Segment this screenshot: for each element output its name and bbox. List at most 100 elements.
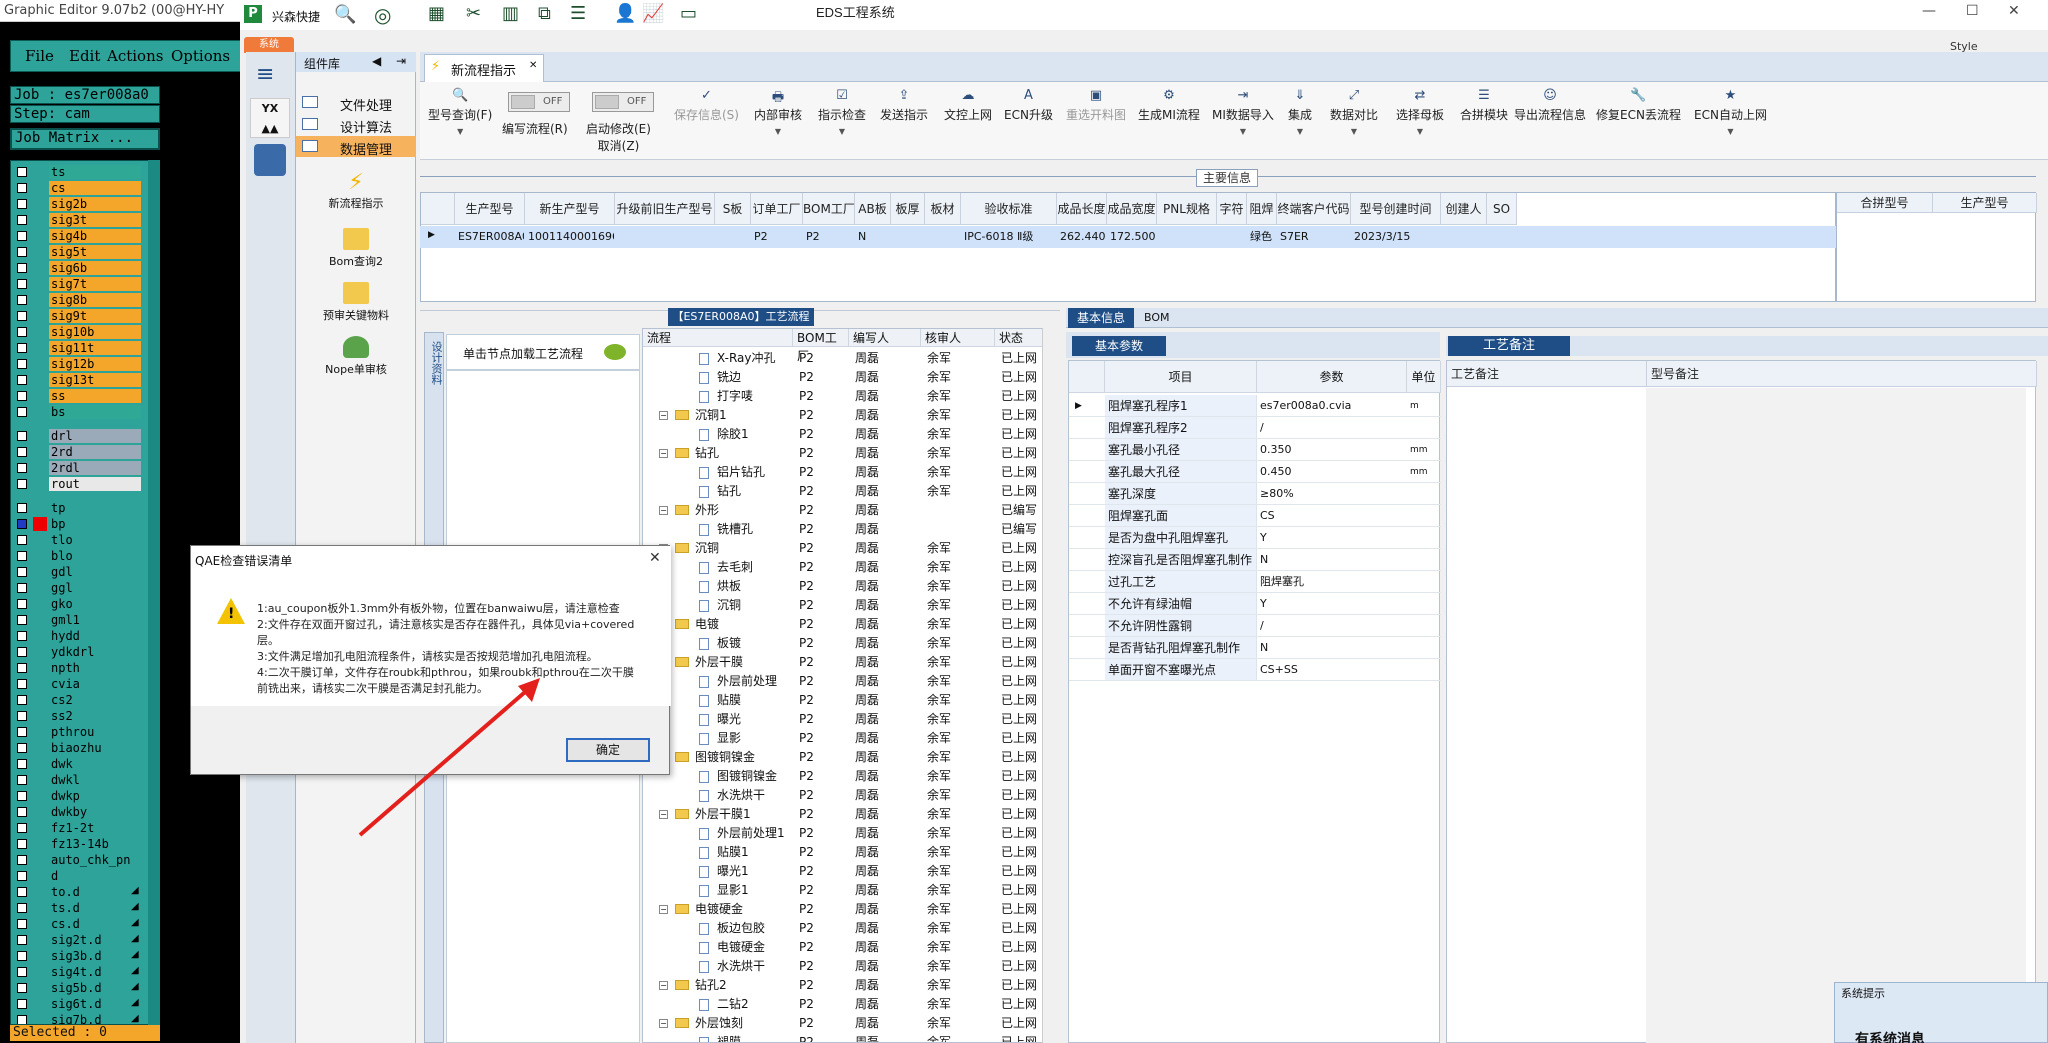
layer-name[interactable]: blo xyxy=(49,549,141,563)
grid-cell[interactable] xyxy=(1160,227,1216,247)
system-hint-popup[interactable]: 系统提示 有系统消息 xyxy=(1834,982,2048,1043)
tree-node-name[interactable]: 沉铜1 xyxy=(695,406,727,425)
layer-row[interactable]: sig2t.d ◢ xyxy=(11,933,151,948)
basic-params-tab[interactable]: 基本参数 xyxy=(1072,336,1166,356)
tree-node-name[interactable]: 水洗烘干 xyxy=(717,957,765,976)
tree-node-name[interactable]: 褪膜 xyxy=(717,1033,741,1042)
layer-row[interactable]: sig4b xyxy=(11,229,151,244)
grid-column-header[interactable]: 成品长度 xyxy=(1057,193,1107,225)
layer-row[interactable]: dwkp xyxy=(11,789,151,804)
film-icon[interactable]: ▥ xyxy=(502,3,519,24)
layer-name[interactable]: sig2t.d xyxy=(49,933,141,947)
layer-row[interactable]: pthrou xyxy=(11,725,151,740)
params-cell[interactable]: / xyxy=(1257,417,1405,439)
layer-name[interactable]: dwkl xyxy=(49,773,141,787)
layer-checkbox[interactable] xyxy=(17,983,27,993)
layer-checkbox[interactable] xyxy=(17,791,27,801)
tree-column-header[interactable]: 编写人 xyxy=(849,329,921,347)
params-cell[interactable]: CS+SS xyxy=(1257,659,1405,681)
layer-checkbox[interactable] xyxy=(17,263,27,273)
layer-checkbox[interactable] xyxy=(17,775,27,785)
grid-cell[interactable]: P2 xyxy=(806,227,854,247)
tree-row[interactable]: 图镀铜镍金 P2 周磊 余军 已上网 xyxy=(643,767,1053,786)
layer-name[interactable]: gdl xyxy=(49,565,141,579)
tree-node-name[interactable]: 外层前处理1 xyxy=(717,824,785,843)
params-cell[interactable]: Y xyxy=(1257,593,1405,615)
layer-name[interactable]: sig13t xyxy=(49,373,141,387)
params-column-header[interactable]: 参数 xyxy=(1257,361,1407,393)
collapse-icon[interactable]: − xyxy=(659,1019,668,1028)
grid-cell[interactable]: 绿色 xyxy=(1250,227,1276,247)
layer-name[interactable]: to.d xyxy=(49,885,141,899)
layer-row[interactable]: fz13-14b xyxy=(11,837,151,852)
toolbar-button[interactable]: A ECN升级 xyxy=(1004,88,1053,123)
layer-checkbox[interactable] xyxy=(17,431,27,441)
tree-row[interactable]: 二钻2 P2 周磊 余军 已上网 xyxy=(643,995,1053,1014)
copy-icon[interactable]: ⧉ xyxy=(538,3,551,24)
layer-checkbox[interactable] xyxy=(17,391,27,401)
layer-row[interactable]: sig2b xyxy=(11,197,151,212)
tool-bom-query[interactable]: Bom查询2 xyxy=(296,228,416,269)
grid-column-header[interactable]: 阻焊 xyxy=(1247,193,1277,225)
layer-checkbox[interactable] xyxy=(17,535,27,545)
layer-row[interactable]: dwkl xyxy=(11,773,151,788)
tree-row[interactable]: 铝片钻孔 P2 周磊 余军 已上网 xyxy=(643,463,1053,482)
tree-row[interactable]: − 沉铜1 P2 周磊 余军 已上网 xyxy=(643,406,1053,425)
tree-row[interactable]: −电镀P2周磊余军已上网 xyxy=(643,615,1053,634)
layer-row[interactable]: cs xyxy=(11,181,151,196)
params-row[interactable]: 阻焊塞孔面 CS xyxy=(1069,505,1441,527)
layer-row[interactable]: dwk xyxy=(11,757,151,772)
tree-node-name[interactable]: 显影1 xyxy=(717,881,749,900)
grid-column-header[interactable]: BOM工厂 xyxy=(803,193,855,225)
layer-name[interactable]: sig7b.d xyxy=(49,1013,141,1024)
grid-cell[interactable] xyxy=(1490,227,1516,247)
tree-row[interactable]: −外层干膜P2周磊余军已上网 xyxy=(643,653,1053,672)
layer-row[interactable]: fz1-2t xyxy=(11,821,151,836)
layer-row[interactable]: sig9t xyxy=(11,309,151,324)
yx-tools-icon[interactable]: YX ▲▲ xyxy=(250,98,290,138)
collapse-icon[interactable]: − xyxy=(659,905,668,914)
monitor-icon[interactable]: ▭ xyxy=(680,3,697,24)
params-row[interactable]: 控深盲孔是否阻焊塞孔制作 N xyxy=(1069,549,1441,571)
tool-nope-review[interactable]: Nope单审核 xyxy=(296,336,416,377)
layer-row[interactable]: ggl xyxy=(11,581,151,596)
tree-row[interactable]: 水洗烘干 P2 周磊 余军 已上网 xyxy=(643,786,1053,805)
tree-node-name[interactable]: 钻孔 xyxy=(717,482,741,501)
params-row[interactable]: 塞孔深度 ≥80% xyxy=(1069,483,1441,505)
layer-checkbox[interactable] xyxy=(17,279,27,289)
layer-checkbox[interactable] xyxy=(17,463,27,473)
params-row[interactable]: ▶ 阻焊塞孔程序1 es7er008a0.cvia m xyxy=(1069,395,1441,417)
params-row[interactable]: 不允许有绿油帽 Y xyxy=(1069,593,1441,615)
layer-checkbox[interactable] xyxy=(17,599,27,609)
tab-new-flow[interactable]: ⚡ 新流程指示 ✕ xyxy=(424,54,544,82)
layer-name[interactable]: bs xyxy=(49,405,141,419)
chevron-down-icon[interactable]: ▼ xyxy=(1694,127,1767,136)
layer-row[interactable]: sig13t xyxy=(11,373,151,388)
tab-basic-info[interactable]: 基本信息 xyxy=(1068,308,1134,328)
layer-checkbox[interactable] xyxy=(17,999,27,1009)
toolbar-button[interactable]: ⇓ 集成 ▼ xyxy=(1288,88,1312,136)
user-icon[interactable]: 👤 xyxy=(614,3,636,24)
layer-name[interactable]: ydkdrl xyxy=(49,645,141,659)
layer-checkbox[interactable] xyxy=(17,479,27,489)
grid-column-header[interactable]: 字符 xyxy=(1217,193,1247,225)
layer-name[interactable]: sig4t.d xyxy=(49,965,141,979)
layer-row[interactable]: gko xyxy=(11,597,151,612)
layer-checkbox[interactable] xyxy=(17,167,27,177)
layer-name[interactable]: fz13-14b xyxy=(49,837,141,851)
grid-cell[interactable] xyxy=(928,227,960,247)
tree-row[interactable]: 去毛刺 P2 周磊 余军 已上网 xyxy=(643,558,1053,577)
tree-node-name[interactable]: 水洗烘干 xyxy=(717,786,765,805)
tree-row[interactable]: 板边包胶 P2 周磊 余军 已上网 xyxy=(643,919,1053,938)
layer-name[interactable]: sig7t xyxy=(49,277,141,291)
tree-scrollbar[interactable] xyxy=(1042,328,1056,1043)
tree-node-name[interactable]: 沉铜 xyxy=(695,539,719,558)
grid-column-header[interactable]: 生产型号 xyxy=(455,193,525,225)
tree-row[interactable]: 显影 P2 周磊 余军 已上网 xyxy=(643,729,1053,748)
layer-name[interactable]: sig2b xyxy=(49,197,141,211)
chevron-down-icon[interactable]: ▼ xyxy=(1212,127,1274,136)
tree-node-name[interactable]: 铣槽孔 xyxy=(717,520,753,539)
toolbar-button[interactable]: ☺ 导出流程信息 xyxy=(1514,88,1586,123)
tree-node-name[interactable]: 除胶1 xyxy=(717,425,749,444)
params-row[interactable]: 塞孔最小孔径 0.350 mm xyxy=(1069,439,1441,461)
